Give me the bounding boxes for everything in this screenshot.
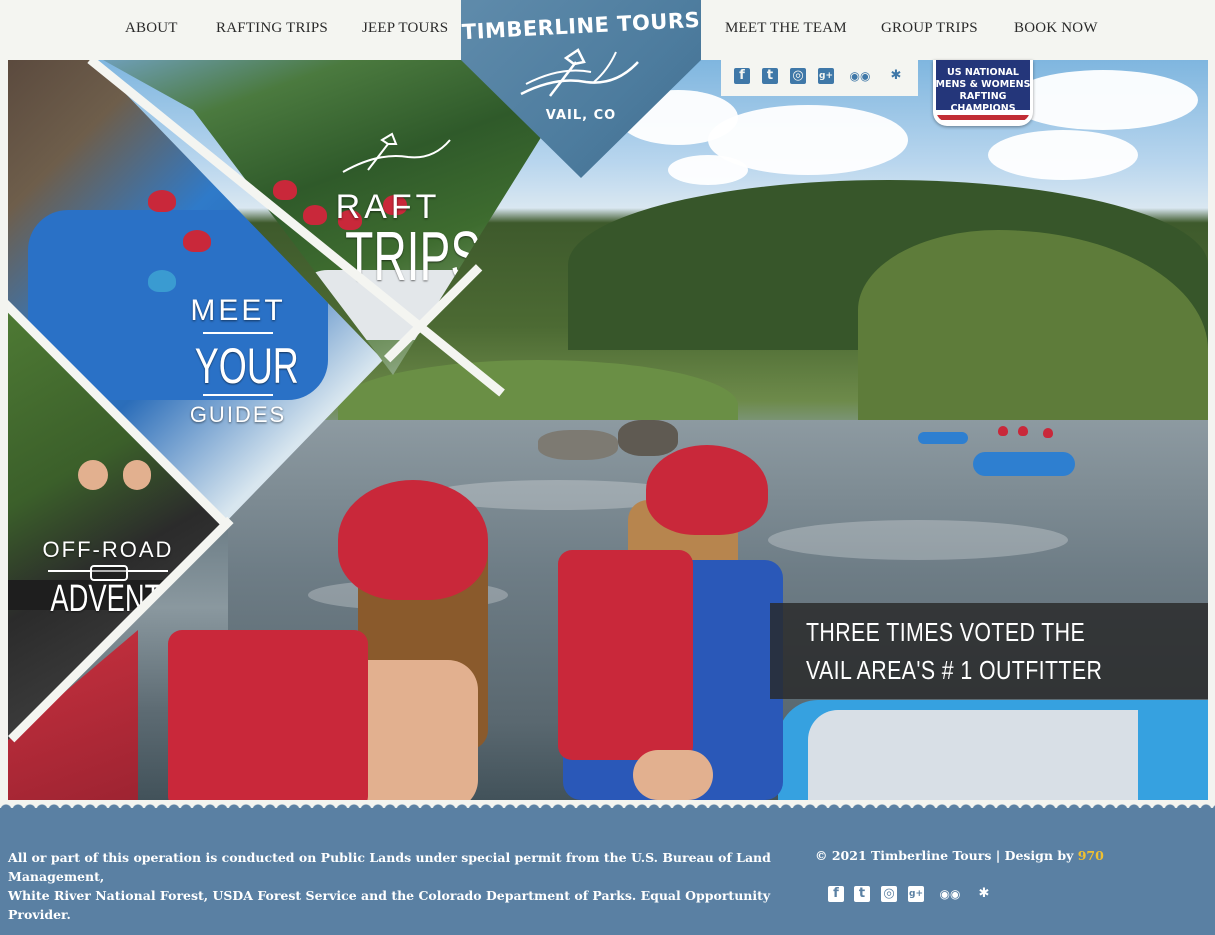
badge-text: US NATIONAL MENS & WOMENS RAFTING CHAMPI… xyxy=(933,67,1033,115)
badge-line: MENS & WOMENS xyxy=(935,79,1031,90)
jeep-line1: OFF-ROAD xyxy=(42,537,174,562)
copyright-text: © 2021 Timberline Tours | Design by xyxy=(815,848,1078,863)
guides-line3: GUIDES xyxy=(189,402,287,427)
nav-about[interactable]: ABOUT xyxy=(125,20,178,37)
voted-banner: THREE TIMES VOTED THE VAIL AREA'S # 1 OU… xyxy=(770,603,1208,699)
nav-group-trips[interactable]: GROUP TRIPS xyxy=(881,20,978,37)
badge-line: US NATIONAL xyxy=(947,67,1019,78)
rafter-helmet xyxy=(646,445,768,535)
yelp-icon[interactable]: ✱ xyxy=(888,68,904,84)
designer-link[interactable]: 970 xyxy=(1078,848,1104,863)
google-plus-icon[interactable]: g+ xyxy=(908,886,924,902)
cloud xyxy=(668,155,748,185)
tripadvisor-icon[interactable]: ◉◉ xyxy=(847,68,873,84)
twitter-icon[interactable]: t xyxy=(854,886,870,902)
jeep-icon xyxy=(28,563,188,581)
social-links: f t ◎ g+ ◉◉ ✱ xyxy=(721,60,918,96)
helmet xyxy=(148,270,176,292)
helmet xyxy=(148,190,176,212)
distant-raft xyxy=(918,432,968,444)
jeep-passenger xyxy=(123,460,151,490)
badge-line: CHAMPIONS xyxy=(950,103,1016,114)
water-glint xyxy=(768,520,1068,560)
tripadvisor-icon[interactable]: ◉◉ xyxy=(937,886,963,902)
nav-book-now[interactable]: BOOK NOW xyxy=(1014,20,1098,37)
life-vest xyxy=(558,550,693,760)
helmet xyxy=(273,180,297,200)
yelp-icon[interactable]: ✱ xyxy=(976,886,992,902)
rock xyxy=(618,420,678,456)
twitter-icon[interactable]: t xyxy=(762,68,778,84)
facebook-icon[interactable]: f xyxy=(828,886,844,902)
instagram-icon[interactable]: ◎ xyxy=(790,68,806,84)
nav-rafting-trips[interactable]: RAFTING TRIPS xyxy=(216,20,328,37)
notice-line2: White River National Forest, USDA Forest… xyxy=(8,888,771,922)
footer: All or part of this operation is conduct… xyxy=(0,802,1215,935)
banner-line2: VAIL AREA'S # 1 OUTFITTER xyxy=(806,655,1103,685)
badge-line: RAFTING xyxy=(959,91,1007,102)
cloud xyxy=(1008,70,1198,130)
helmet xyxy=(183,230,211,252)
paddle-logo-icon xyxy=(520,48,639,97)
rock xyxy=(538,430,618,460)
life-vest xyxy=(168,630,368,800)
guides-rule xyxy=(203,332,273,334)
copyright: © 2021 Timberline Tours | Design by 970 xyxy=(815,848,1104,863)
guides-rule xyxy=(203,394,273,396)
nav-meet-the-team[interactable]: MEET THE TEAM xyxy=(725,20,847,37)
hero-image: MEET YOUR GUIDES RAFT TRIPS OFF-ROAD ADV… xyxy=(8,60,1208,800)
nav-jeep-tours[interactable]: JEEP TOURS xyxy=(362,20,448,37)
paddle-logo-icon xyxy=(342,132,451,173)
guides-line2: YOUR xyxy=(194,338,299,394)
notice-line1: All or part of this operation is conduct… xyxy=(8,850,771,884)
distant-rafter xyxy=(1018,426,1028,436)
distant-rafter xyxy=(998,426,1008,436)
raft-floor xyxy=(808,710,1138,800)
public-lands-notice: All or part of this operation is conduct… xyxy=(8,848,808,924)
footer-torn-edge xyxy=(0,802,1215,810)
guides-line1: MEET xyxy=(190,294,286,327)
distant-raft xyxy=(973,452,1075,476)
rafter-helmet xyxy=(338,480,488,600)
cloud xyxy=(988,130,1138,180)
logo-title: TIMBERLINE TOURS xyxy=(461,7,701,45)
champions-badge: US NATIONAL MENS & WOMENS RAFTING CHAMPI… xyxy=(933,60,1033,126)
facebook-icon[interactable]: f xyxy=(734,68,750,84)
instagram-icon[interactable]: ◎ xyxy=(881,886,897,902)
distant-rafter xyxy=(1043,428,1053,438)
google-plus-icon[interactable]: g+ xyxy=(818,68,834,84)
rafter-hand xyxy=(633,750,713,800)
banner-line1: THREE TIMES VOTED THE xyxy=(806,617,1086,647)
jeep-passenger xyxy=(78,460,108,490)
